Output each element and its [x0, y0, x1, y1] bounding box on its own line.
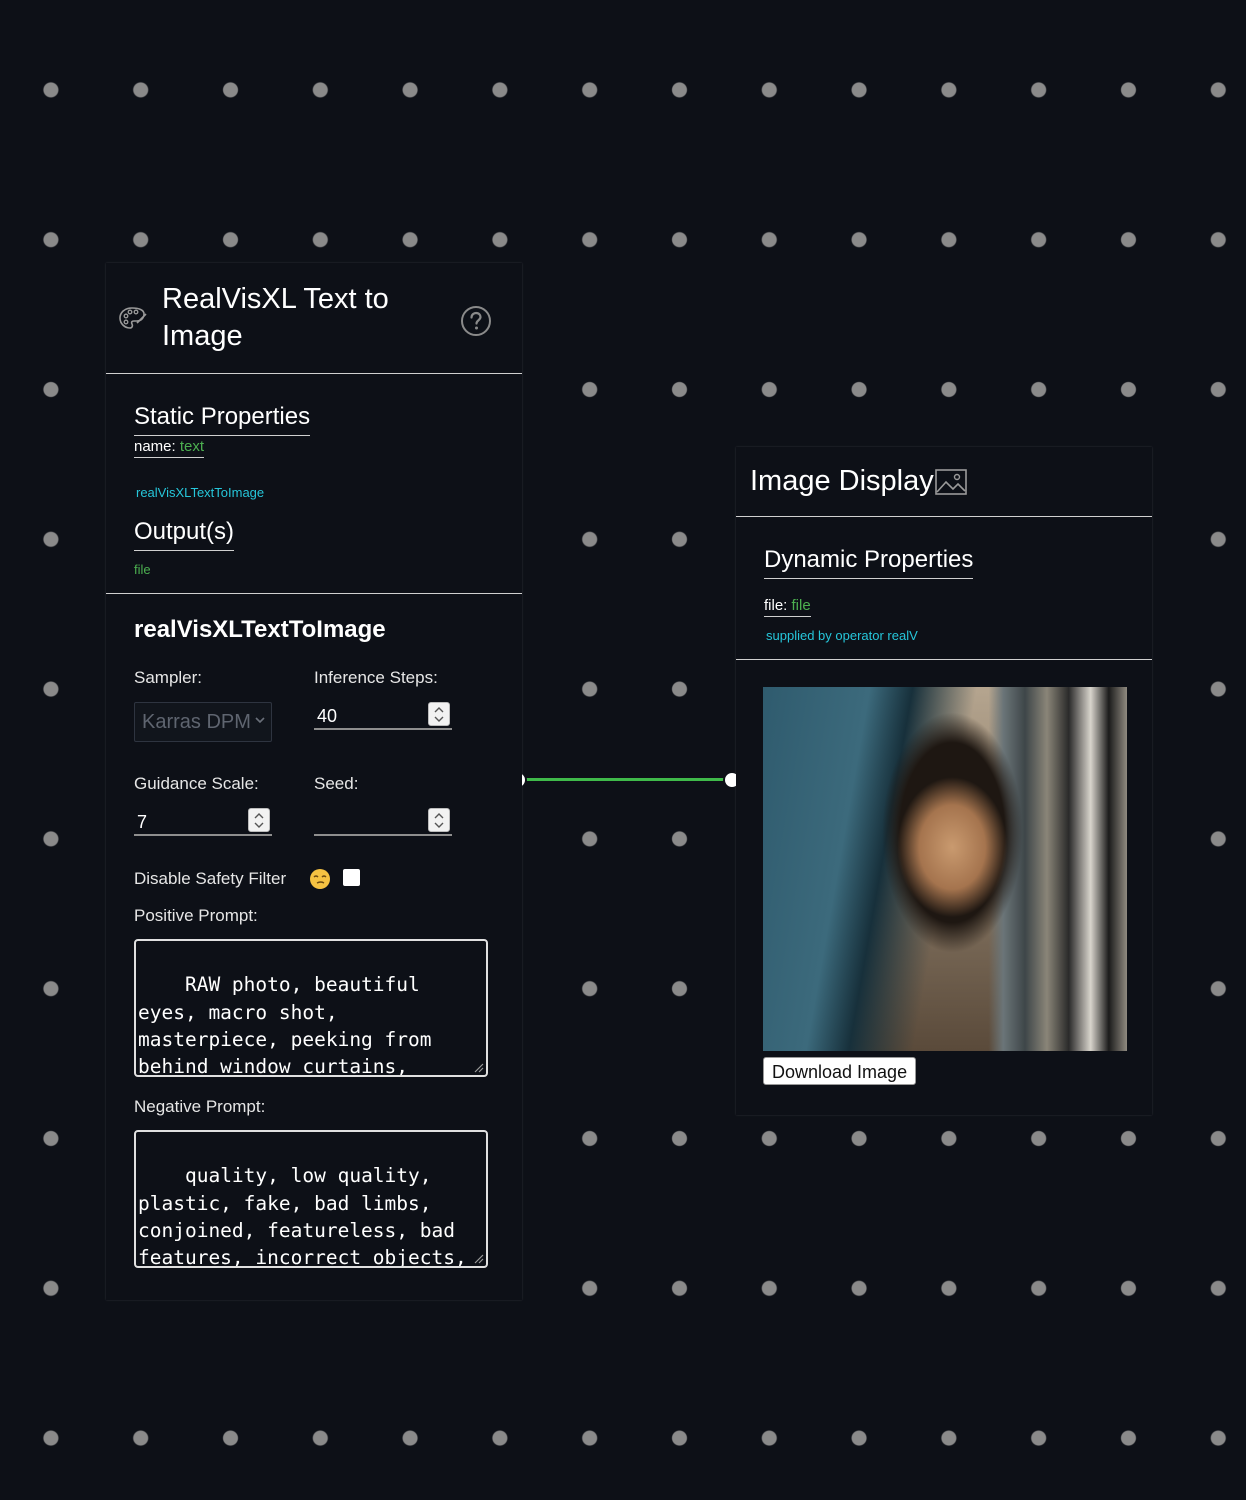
positive-prompt-text: RAW photo, beautiful eyes, macro shot, m… [138, 973, 432, 1077]
inference-steps-input[interactable]: 40 [314, 702, 452, 730]
name-type: text [179, 438, 205, 455]
inference-steps-label: Inference Steps: [314, 668, 438, 687]
download-image-button[interactable]: Download Image [763, 1057, 917, 1085]
node-header[interactable]: RealVisXL Text to Image [106, 263, 522, 374]
emoji-icon [310, 869, 330, 889]
resize-grip-icon[interactable] [472, 1252, 484, 1264]
supplied-by-text: supplied by operator realV [766, 628, 918, 643]
operator-name: realVisXLTextToImage [134, 616, 386, 643]
chevron-down-icon [255, 717, 265, 724]
file-label: file: [764, 597, 788, 614]
generated-image [763, 687, 1127, 1051]
name-property: name: text [134, 438, 205, 458]
output-type: file [134, 562, 151, 577]
negative-prompt-text: quality, low quality, plastic, fake, bad… [138, 1164, 467, 1268]
guidance-scale-input[interactable]: 7 [134, 808, 272, 836]
image-display-node[interactable]: Image Display Dynamic Properties file: f… [736, 447, 1152, 1115]
node-connection-edge [526, 778, 724, 781]
safety-filter-label: Disable Safety Filter [134, 869, 287, 888]
divider [106, 593, 522, 594]
static-properties-heading: Static Properties [134, 403, 311, 436]
disable-safety-checkbox[interactable] [343, 869, 360, 886]
name-value: realVisXLTextToImage [136, 485, 265, 500]
spinner-icon[interactable] [248, 808, 270, 832]
negative-prompt-textarea[interactable]: quality, low quality, plastic, fake, bad… [134, 1130, 488, 1268]
node-header[interactable]: Image Display [736, 447, 1152, 517]
spinner-icon[interactable] [428, 702, 450, 726]
spinner-icon[interactable] [428, 808, 450, 832]
image-icon [934, 468, 967, 495]
seed-label: Seed: [314, 774, 359, 793]
sampler-select[interactable]: Karras DPM [134, 702, 272, 742]
node-title: Image Display [750, 465, 934, 497]
positive-prompt-textarea[interactable]: RAW photo, beautiful eyes, macro shot, m… [134, 939, 488, 1077]
negative-prompt-label: Negative Prompt: [134, 1097, 266, 1116]
inference-steps-value: 40 [317, 706, 338, 726]
file-type: file [791, 597, 811, 614]
divider [736, 659, 1152, 660]
resize-grip-icon[interactable] [472, 1061, 484, 1073]
guidance-scale-label: Guidance Scale: [134, 774, 259, 793]
file-property: file: file [764, 597, 811, 617]
node-title: RealVisXL Text to Image [162, 283, 389, 352]
palette-icon [119, 307, 147, 329]
seed-input[interactable] [314, 808, 452, 836]
positive-prompt-label: Positive Prompt: [134, 906, 258, 925]
name-label: name: [134, 438, 176, 455]
dynamic-properties-heading: Dynamic Properties [764, 546, 974, 579]
outputs-heading: Output(s) [134, 518, 235, 551]
guidance-scale-value: 7 [137, 812, 148, 832]
realvisxl-node[interactable]: RealVisXL Text to Image Static Propertie… [106, 263, 522, 1300]
sampler-label: Sampler: [134, 668, 203, 687]
help-icon[interactable] [460, 305, 492, 337]
sampler-value: Karras DPM [142, 711, 251, 733]
